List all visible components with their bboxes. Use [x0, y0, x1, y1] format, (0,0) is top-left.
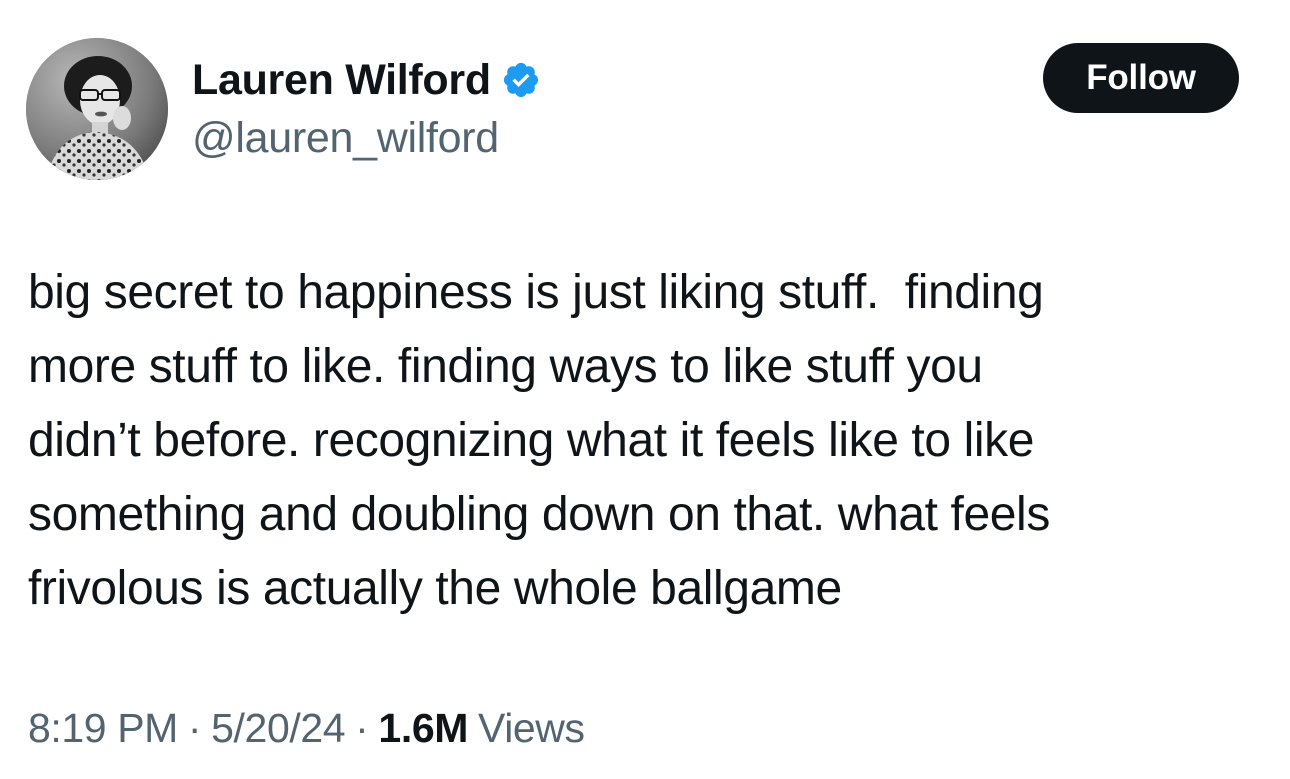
tweet-text: big secret to happiness is just liking s… [28, 266, 1050, 615]
tweet-date[interactable]: 5/20/24 [211, 705, 345, 752]
tweet-card: Lauren Wilford @lauren_wilford Follow bi… [0, 0, 1290, 779]
views-count: 1.6M [378, 704, 468, 751]
author-handle[interactable]: @lauren_wilford [192, 114, 499, 163]
meta-separator: · [187, 704, 202, 751]
author-name-row[interactable]: Lauren Wilford [192, 52, 541, 108]
follow-button[interactable]: Follow [1043, 43, 1239, 113]
verified-badge-icon[interactable] [501, 60, 541, 100]
tweet-time[interactable]: 8:19 PM [28, 705, 178, 752]
display-name[interactable]: Lauren Wilford [192, 56, 491, 105]
views-label: Views [477, 704, 585, 751]
tweet-meta: 8:19 PM · 5/20/24 · 1.6M Views [28, 700, 585, 756]
meta-separator: · [355, 704, 369, 751]
avatar-image [26, 38, 168, 180]
avatar[interactable] [26, 38, 168, 180]
